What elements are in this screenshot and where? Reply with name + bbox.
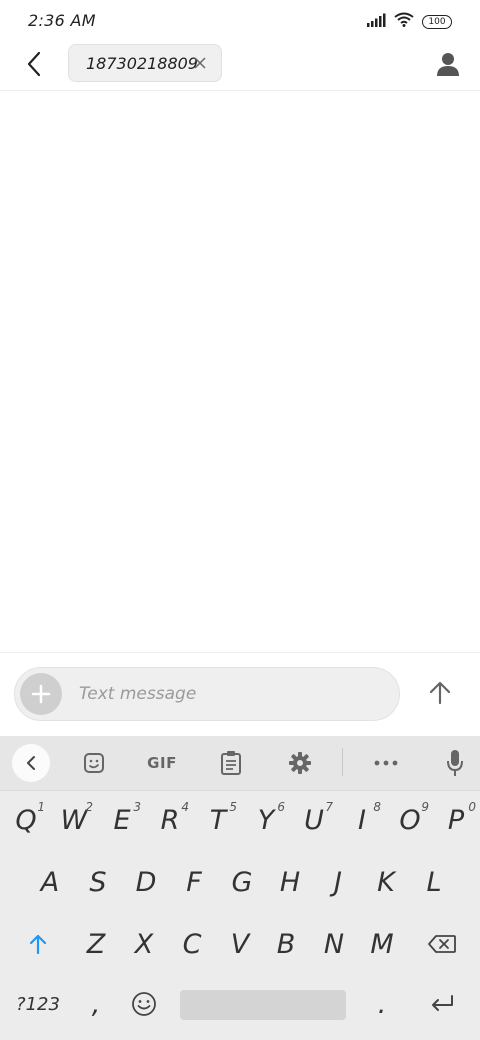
symbols-key[interactable]: ?123 — [8, 976, 68, 1032]
settings-button[interactable] — [281, 744, 319, 782]
send-button[interactable] — [424, 677, 456, 709]
contact-icon — [437, 53, 459, 76]
back-button[interactable] — [18, 48, 50, 80]
microphone-icon — [447, 750, 463, 776]
key-w[interactable]: W2 — [52, 792, 96, 848]
close-icon — [194, 57, 206, 69]
status-bar: 2:36 AM 100 — [0, 0, 480, 40]
status-icons: 100 — [366, 12, 452, 31]
key-i[interactable]: I8 — [340, 792, 384, 848]
message-list[interactable] — [0, 91, 480, 652]
key-g[interactable]: G — [220, 854, 264, 910]
conversation-header: 18730218809 — [0, 40, 480, 91]
key-j[interactable]: J — [316, 854, 360, 910]
key-d[interactable]: D — [124, 854, 168, 910]
key-y[interactable]: Y6 — [244, 792, 288, 848]
voice-input-button[interactable] — [436, 744, 474, 782]
emoji-key[interactable] — [122, 976, 166, 1032]
recipient-chip[interactable]: 18730218809 — [68, 44, 222, 82]
key-t[interactable]: T5 — [196, 792, 240, 848]
signal-icon — [366, 12, 386, 31]
key-v[interactable]: V — [218, 916, 262, 972]
period-key[interactable]: . — [362, 976, 402, 1032]
recipient-number: 18730218809 — [86, 53, 198, 73]
clipboard-icon — [221, 751, 241, 775]
enter-key[interactable] — [418, 976, 466, 1032]
comma-key[interactable]: , — [76, 976, 116, 1032]
key-l[interactable]: L — [412, 854, 456, 910]
more-button[interactable] — [367, 744, 405, 782]
contact-button[interactable] — [432, 48, 464, 80]
remove-recipient-button[interactable] — [192, 55, 208, 71]
key-q[interactable]: Q1 — [4, 792, 48, 848]
send-arrow-icon — [429, 681, 451, 705]
key-c[interactable]: C — [170, 916, 214, 972]
backspace-key[interactable] — [418, 916, 466, 972]
key-s[interactable]: S — [76, 854, 120, 910]
space-key[interactable] — [180, 990, 346, 1020]
key-x[interactable]: X — [122, 916, 166, 972]
key-m[interactable]: M — [360, 916, 404, 972]
key-k[interactable]: K — [364, 854, 408, 910]
toolbar-collapse-button[interactable] — [12, 744, 50, 782]
shift-key[interactable] — [14, 916, 62, 972]
enter-icon — [432, 995, 453, 1011]
keyboard-toolbar: GIF — [0, 736, 480, 791]
sticker-button[interactable] — [75, 744, 113, 782]
emoji-icon — [132, 992, 156, 1016]
shift-arrow-icon — [29, 934, 47, 955]
key-e[interactable]: E3 — [100, 792, 144, 848]
more-dots-icon — [374, 760, 398, 766]
sticker-icon — [84, 753, 104, 773]
key-h[interactable]: H — [268, 854, 312, 910]
status-time: 2:36 AM — [28, 11, 96, 30]
gif-button[interactable]: GIF — [143, 744, 181, 782]
key-b[interactable]: B — [264, 916, 308, 972]
plus-icon — [31, 684, 51, 704]
backspace-icon — [428, 935, 456, 953]
keyboard: GIF Q 1 W 2 E 3 R 4 T 5 Y 6 U 7 I 8 O 9 … — [0, 736, 480, 1040]
back-arrow-icon — [27, 51, 41, 77]
key-f[interactable]: F — [172, 854, 216, 910]
key-u[interactable]: U7 — [292, 792, 336, 848]
key-r[interactable]: R4 — [148, 792, 192, 848]
settings-gear-icon — [289, 752, 311, 774]
compose-bar — [0, 652, 480, 737]
wifi-icon — [394, 12, 414, 31]
compose-field — [14, 667, 400, 721]
text-message-input[interactable] — [79, 681, 379, 707]
battery-icon: 100 — [422, 14, 452, 29]
key-a[interactable]: A — [28, 854, 72, 910]
key-p[interactable]: P0 — [436, 792, 476, 848]
key-n[interactable]: N — [312, 916, 356, 972]
key-z[interactable]: Z — [74, 916, 118, 972]
key-o[interactable]: O9 — [388, 792, 432, 848]
chevron-left-icon — [27, 756, 35, 770]
toolbar-divider — [342, 748, 343, 776]
clipboard-button[interactable] — [212, 744, 250, 782]
attach-button[interactable] — [20, 673, 62, 715]
